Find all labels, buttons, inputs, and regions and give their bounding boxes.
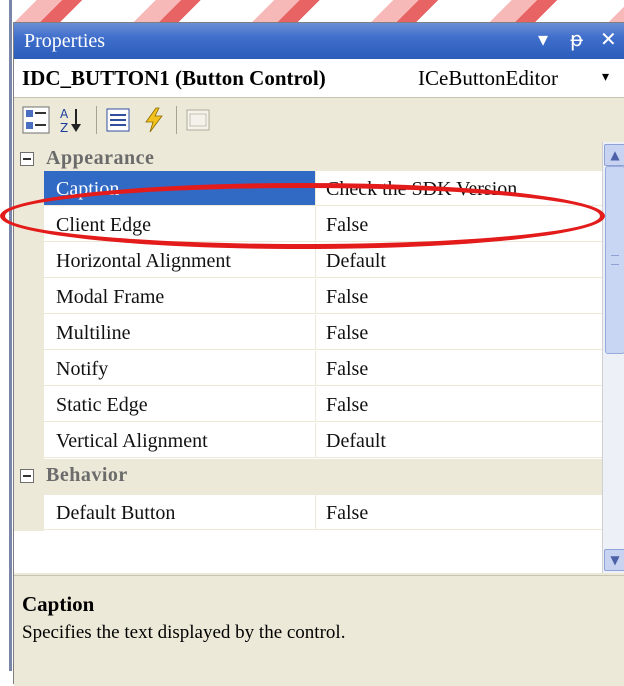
scroll-thumb[interactable] <box>605 166 624 354</box>
toolbar-separator <box>176 106 177 134</box>
row-gutter <box>14 243 44 279</box>
collapse-icon[interactable] <box>20 469 34 483</box>
collapse-icon[interactable] <box>20 152 34 166</box>
description-text: Specifies the text displayed by the cont… <box>22 622 346 643</box>
property-name: Horizontal Alignment <box>44 243 316 278</box>
object-type: ICeButtonEditor <box>418 66 558 90</box>
property-value[interactable]: False <box>316 351 602 386</box>
toolbar: A Z <box>14 98 624 143</box>
row-gutter <box>14 423 44 459</box>
object-name: IDC_BUTTON1 (Button Control) <box>22 66 326 90</box>
category-behavior[interactable]: Behavior <box>14 459 602 495</box>
property-row-client-edge[interactable]: Client Edge False <box>14 207 602 243</box>
property-row-caption[interactable]: Caption Check the SDK Version <box>14 171 602 207</box>
scroll-down-icon[interactable]: ▼ <box>604 549 624 571</box>
row-gutter <box>14 279 44 315</box>
slide-left-stripe <box>9 0 12 671</box>
toolbar-separator <box>96 106 97 134</box>
alphabetical-icon[interactable]: A Z <box>58 106 86 135</box>
window-position-icon[interactable]: ▾ <box>538 27 548 51</box>
row-gutter <box>14 351 44 387</box>
property-row-modal-frame[interactable]: Modal Frame False <box>14 279 602 315</box>
categorized-icon[interactable] <box>22 106 50 134</box>
property-name: Vertical Alignment <box>44 423 316 458</box>
property-name: Modal Frame <box>44 279 316 314</box>
property-row-multiline[interactable]: Multiline False <box>14 315 602 351</box>
close-icon[interactable]: ✕ <box>600 27 617 51</box>
property-name: Default Button <box>44 495 316 530</box>
row-gutter <box>14 171 44 207</box>
category-label: Behavior <box>46 464 128 486</box>
property-name: Client Edge <box>44 207 316 242</box>
property-grid: Caption Check the SDK Version Client Edg… <box>14 171 602 573</box>
property-row-static-edge[interactable]: Static Edge False <box>14 387 602 423</box>
scroll-up-icon[interactable]: ▲ <box>604 144 624 166</box>
object-selector[interactable]: IDC_BUTTON1 (Button Control) ICeButtonEd… <box>14 59 624 98</box>
row-gutter <box>14 207 44 243</box>
property-value[interactable]: False <box>316 495 602 530</box>
title-bar: Properties ▾ ᵽ ✕ <box>14 23 624 59</box>
auto-hide-pin-icon[interactable]: ᵽ <box>570 27 583 51</box>
property-name: Static Edge <box>44 387 316 422</box>
property-pages-icon[interactable] <box>184 106 212 134</box>
row-gutter <box>14 315 44 351</box>
property-name: Multiline <box>44 315 316 350</box>
row-gutter <box>14 495 44 531</box>
svg-text:Z: Z <box>60 121 68 134</box>
property-name: Notify <box>44 351 316 386</box>
svg-text:A: A <box>60 107 69 121</box>
scroll-grip-icon <box>611 255 619 265</box>
property-value[interactable]: Check the SDK Version <box>316 171 602 206</box>
description-pane: Caption Specifies the text displayed by … <box>14 575 624 686</box>
row-gutter <box>14 387 44 423</box>
description-title: Caption <box>22 592 95 616</box>
property-value[interactable]: False <box>316 279 602 314</box>
property-value[interactable]: False <box>316 207 602 242</box>
properties-icon[interactable] <box>104 106 132 134</box>
property-row-default-button[interactable]: Default Button False <box>14 495 602 531</box>
property-value[interactable]: Default <box>316 423 602 458</box>
property-row-horizontal-alignment[interactable]: Horizontal Alignment Default <box>14 243 602 279</box>
property-value[interactable]: False <box>316 387 602 422</box>
property-row-vertical-alignment[interactable]: Vertical Alignment Default <box>14 423 602 459</box>
events-icon[interactable] <box>140 106 168 134</box>
chevron-down-icon[interactable]: ▾ <box>602 69 609 85</box>
slide-left-bar <box>0 0 14 671</box>
property-name: Caption <box>44 171 316 206</box>
properties-window: Properties ▾ ᵽ ✕ IDC_BUTTON1 (Button Con… <box>13 22 624 686</box>
property-row-notify[interactable]: Notify False <box>14 351 602 387</box>
window-title: Properties <box>24 30 106 52</box>
category-label: Appearance <box>46 147 155 169</box>
property-value[interactable]: False <box>316 315 602 350</box>
property-value[interactable]: Default <box>316 243 602 278</box>
vertical-scrollbar[interactable]: ▲ ▼ <box>602 142 624 573</box>
